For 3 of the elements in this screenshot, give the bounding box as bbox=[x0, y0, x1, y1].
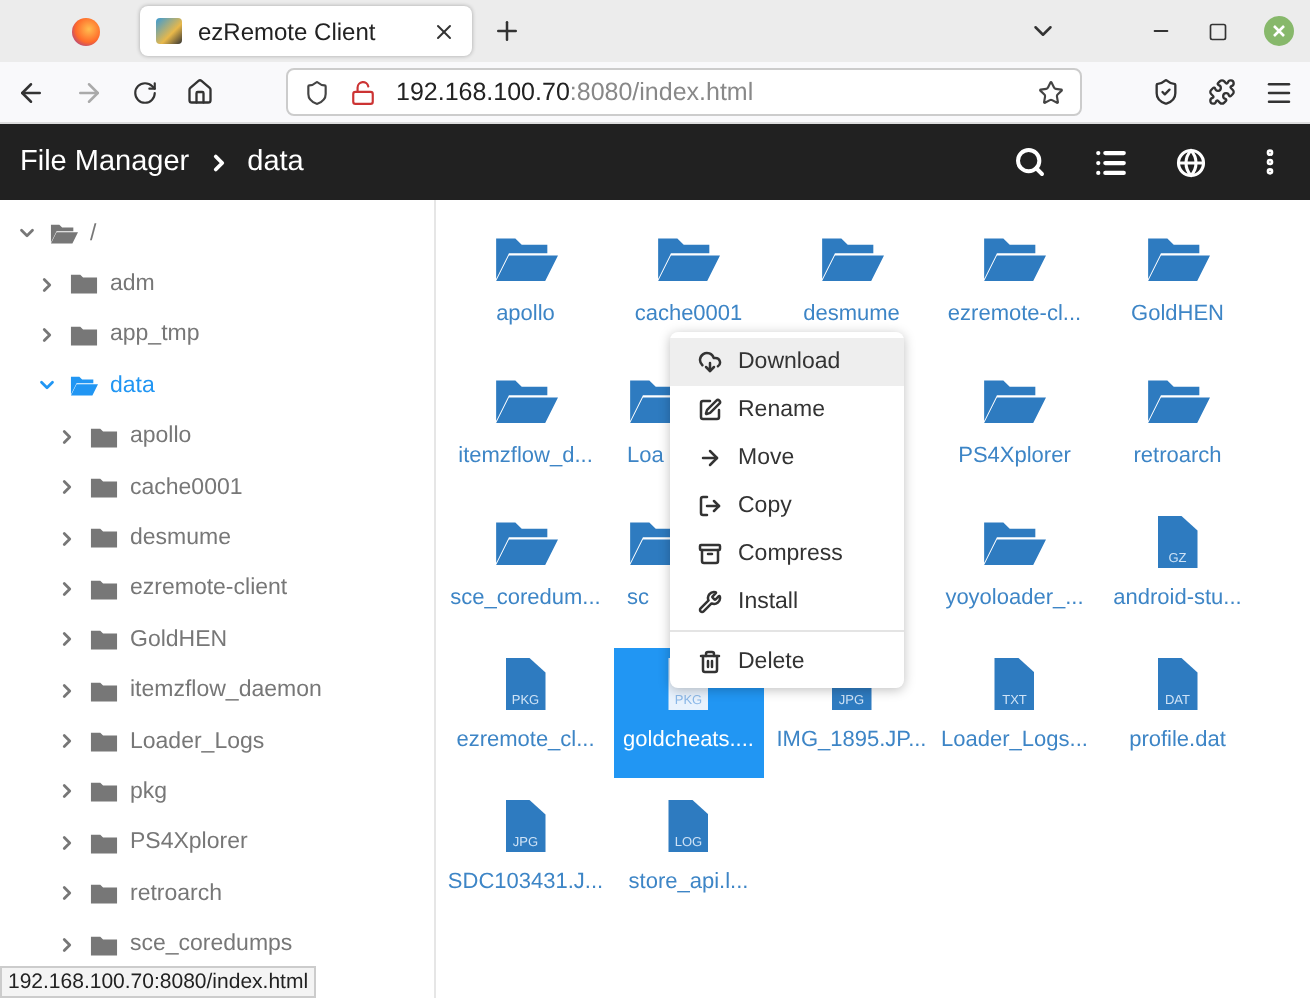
tab-title: ezRemote Client bbox=[198, 17, 378, 45]
app-title: File Manager bbox=[20, 146, 190, 178]
url-text: 192.168.100.70:8080/index.html bbox=[396, 78, 756, 106]
